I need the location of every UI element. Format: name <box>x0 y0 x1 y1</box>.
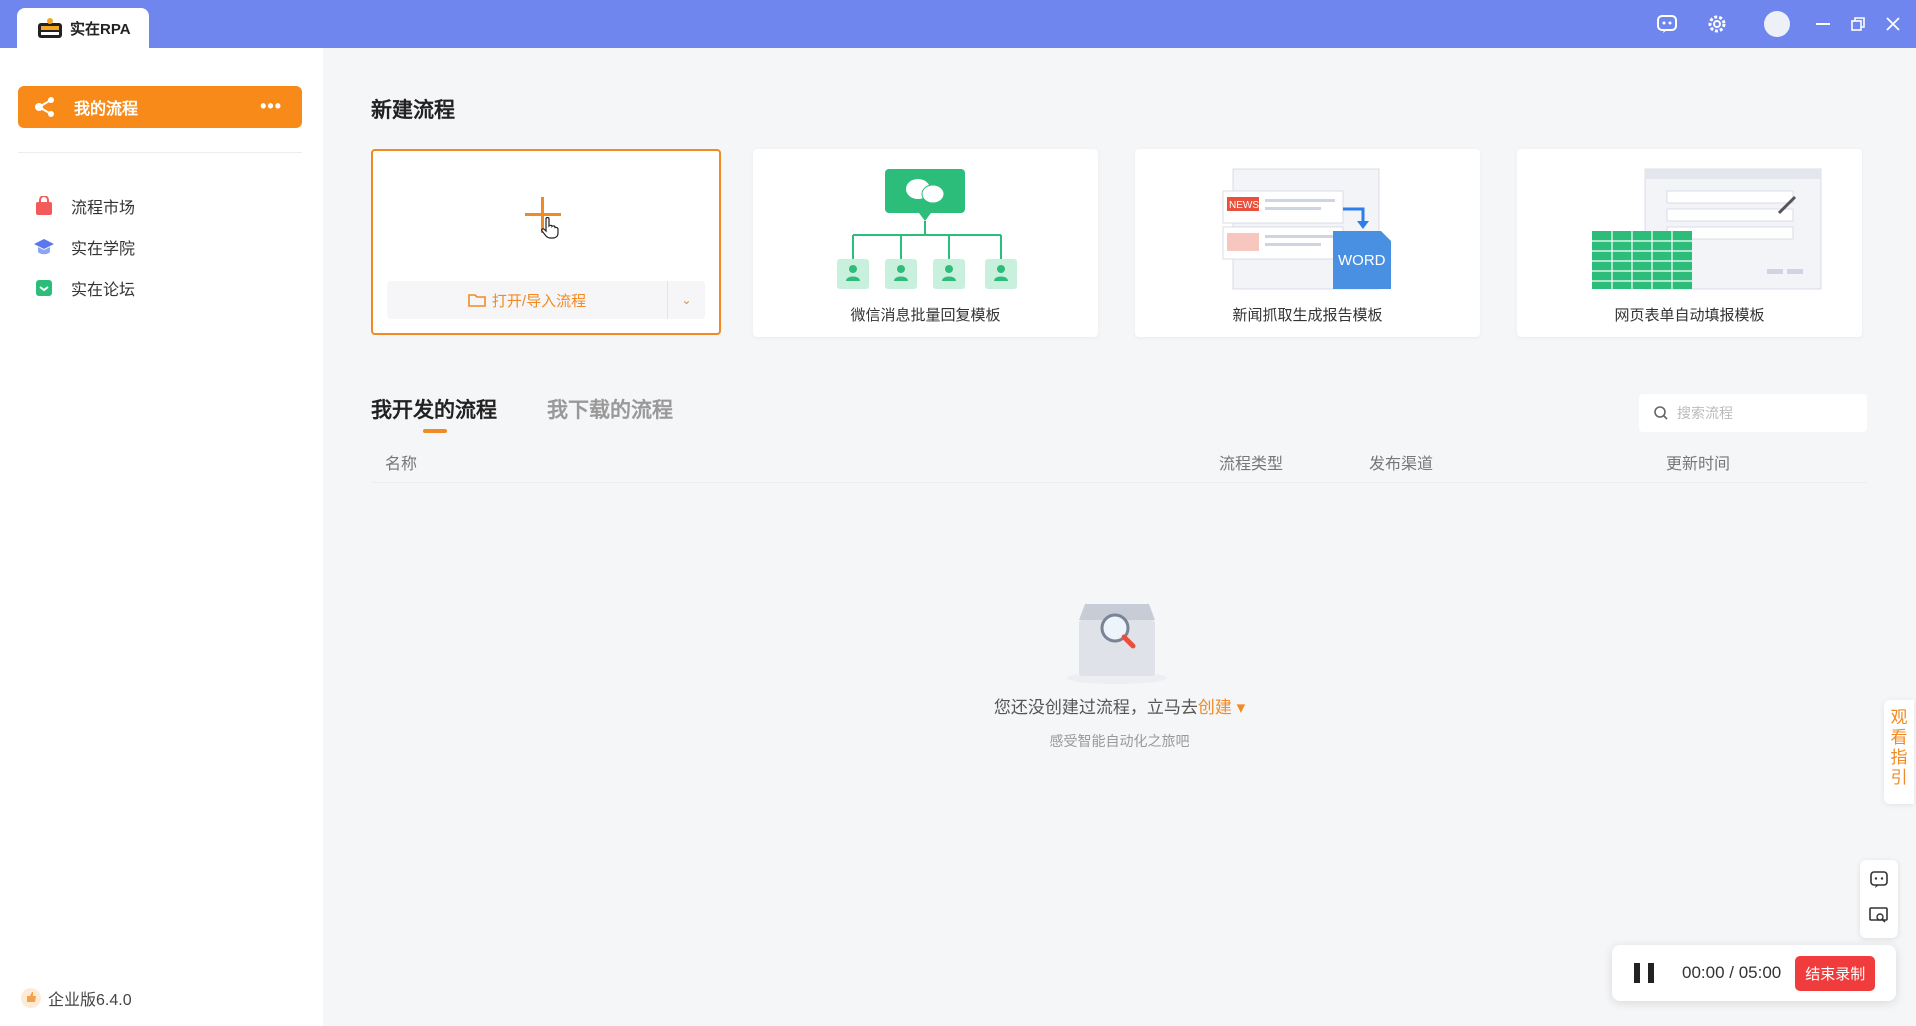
svg-text:NEWS: NEWS <box>1229 200 1259 211</box>
new-flow-title: 新建流程 <box>371 99 455 122</box>
title-bar: 实在RPA <box>0 0 1916 48</box>
version-info: 企业版6.4.0 <box>20 986 132 1010</box>
main-content: 新建流程 打开/导入流程 ⌄ 微信消息批量回复模板 NEWS WORD 新闻抓取… <box>323 48 1916 1026</box>
search-icon <box>1654 406 1668 420</box>
tab-active-indicator <box>423 429 447 433</box>
template-card-news[interactable]: NEWS WORD 新闻抓取生成报告模板 <box>1135 149 1480 337</box>
svg-text:WORD: WORD <box>1338 252 1386 269</box>
elapsed-time: 00:00 <box>1682 963 1725 982</box>
gear-icon[interactable] <box>1704 11 1730 37</box>
floating-toolbar <box>1860 860 1898 938</box>
flow-icon <box>35 97 54 117</box>
close-icon[interactable] <box>1880 11 1906 37</box>
avatar[interactable] <box>1764 11 1790 37</box>
more-icon[interactable]: ••• <box>260 96 282 117</box>
table-header: 名称 流程类型 发布渠道 更新时间 <box>371 446 1867 483</box>
sidebar-divider <box>18 152 302 153</box>
form-template-illustration <box>1592 168 1822 290</box>
empty-message-text: 您还没创建过流程，立马去 <box>993 698 1198 717</box>
empty-subtext: 感受智能自动化之旅吧 <box>1049 733 1190 749</box>
hand-cursor-icon <box>541 217 559 239</box>
open-import-button[interactable]: 打开/导入流程 ⌄ <box>387 281 705 319</box>
tab-my-downloaded[interactable]: 我下载的流程 <box>547 394 673 424</box>
recording-widget: 00:00 / 05:00 结束录制 <box>1612 945 1896 1001</box>
folder-icon <box>468 294 486 307</box>
forum-icon <box>36 280 52 296</box>
column-header-channel: 发布渠道 <box>1369 456 1434 473</box>
column-header-name: 名称 <box>385 456 418 473</box>
empty-box-illustration <box>1067 604 1167 684</box>
template-card-form[interactable]: 网页表单自动填报模板 <box>1517 149 1862 337</box>
sidebar-item-label: 流程市场 <box>71 200 136 217</box>
template-label: 网页表单自动填报模板 <box>1614 307 1765 324</box>
column-header-updated: 更新时间 <box>1666 456 1731 473</box>
sidebar-item-forum[interactable]: 实在论坛 <box>34 276 135 300</box>
screen-search-icon[interactable] <box>1869 906 1889 926</box>
search-box[interactable] <box>1639 394 1867 432</box>
app-tab[interactable]: 实在RPA <box>17 8 149 48</box>
total-time: 05:00 <box>1738 963 1782 982</box>
enterprise-icon <box>21 988 41 1008</box>
stop-recording-button[interactable]: 结束录制 <box>1795 955 1876 991</box>
sidebar-item-label: 我的流程 <box>74 101 139 118</box>
minimize-icon[interactable] <box>1810 11 1836 37</box>
bag-icon <box>36 196 52 215</box>
chevron-down-icon[interactable]: ⌄ <box>668 293 705 307</box>
template-label: 微信消息批量回复模板 <box>850 307 1001 324</box>
news-template-illustration: NEWS WORD <box>1222 168 1391 290</box>
guide-tab[interactable]: 观看指引 <box>1884 700 1914 804</box>
time-separator: / <box>1724 963 1739 982</box>
chat-bubble-icon[interactable] <box>1869 870 1889 890</box>
sidebar-item-label: 实在论坛 <box>71 282 136 299</box>
app-logo-icon <box>38 18 62 38</box>
tab-my-developed[interactable]: 我开发的流程 <box>371 394 497 424</box>
empty-message: 您还没创建过流程，立马去创建 ▾ <box>323 693 1916 718</box>
sidebar-item-label: 实在学院 <box>71 241 136 258</box>
chat-icon[interactable] <box>1654 11 1680 37</box>
sidebar-item-market[interactable]: 流程市场 <box>34 194 135 218</box>
graduation-cap-icon <box>34 239 54 255</box>
new-flow-card[interactable]: 打开/导入流程 ⌄ <box>371 149 721 335</box>
guide-tab-label: 观看指引 <box>1890 708 1908 787</box>
template-label: 新闻抓取生成报告模板 <box>1232 307 1383 324</box>
column-header-type: 流程类型 <box>1219 456 1284 473</box>
template-card-wechat[interactable]: 微信消息批量回复模板 <box>753 149 1098 337</box>
caret-down-icon[interactable]: ▾ <box>1237 698 1246 717</box>
create-link[interactable]: 创建 <box>1198 698 1232 717</box>
search-input[interactable] <box>1675 404 1849 422</box>
sidebar-item-my-flows[interactable]: 我的流程 ••• <box>18 86 302 128</box>
sidebar-item-academy[interactable]: 实在学院 <box>34 235 135 259</box>
version-label: 企业版6.4.0 <box>48 992 132 1009</box>
pause-icon[interactable] <box>1634 963 1654 983</box>
sidebar: 我的流程 ••• 流程市场 实在学院 实在论坛 企业版6.4.0 <box>0 48 323 1026</box>
wechat-template-illustration <box>837 169 1017 289</box>
open-import-label: 打开/导入流程 <box>491 292 587 310</box>
recording-timer: 00:00 / 05:00 <box>1682 963 1781 983</box>
app-title: 实在RPA <box>70 20 131 38</box>
restore-icon[interactable] <box>1845 11 1871 37</box>
